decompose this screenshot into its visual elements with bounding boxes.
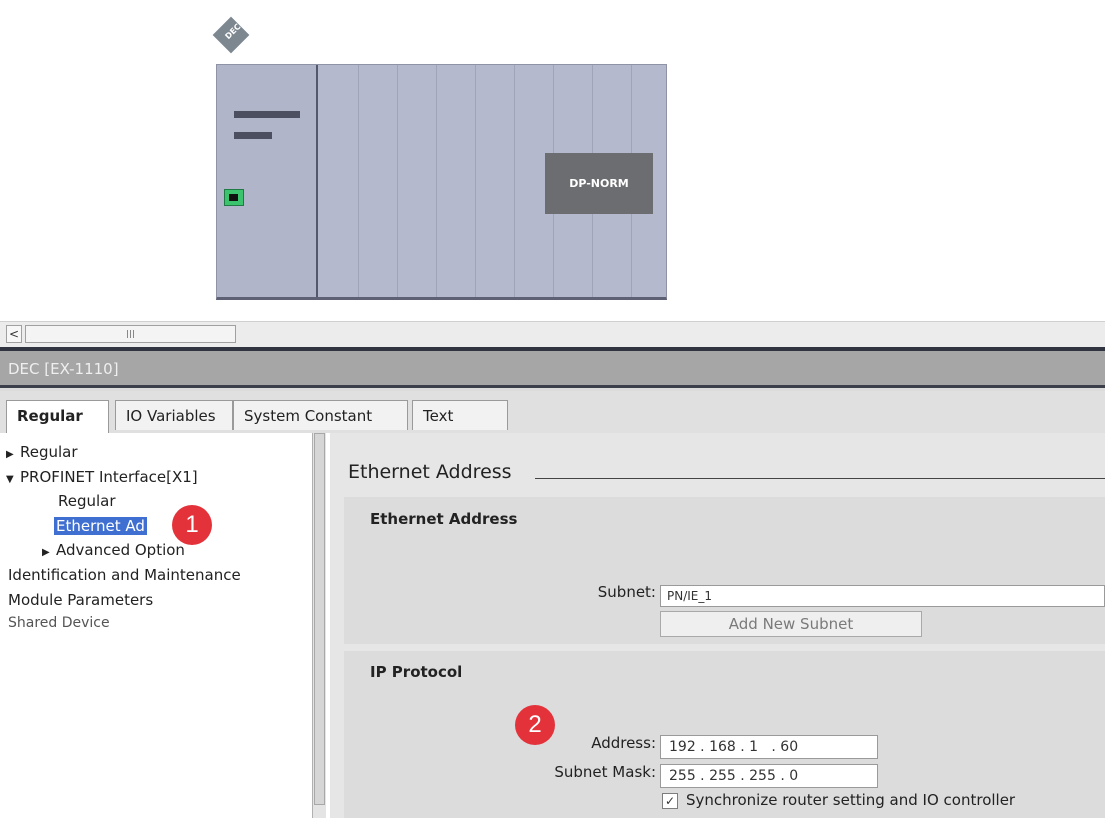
sync-router-checkbox[interactable]: ✓ — [662, 793, 678, 809]
grip-icon — [126, 330, 135, 338]
tree-item-module-parameters[interactable]: Module Parameters — [8, 591, 153, 609]
horizontal-scrollbar[interactable]: < — [0, 321, 1105, 347]
navigation-tree: ▶ Regular ▼ PROFINET Interface[X1] Regular… — [0, 433, 326, 818]
subnet-label: Subnet: — [597, 583, 656, 601]
expand-arrow-icon[interactable]: ▶ — [6, 449, 20, 460]
sync-router-label: Synchronize router setting and IO contro… — [686, 791, 1016, 809]
tree-item-identification-maintenance[interactable]: Identification and Maintenance — [8, 566, 241, 584]
subnet-field[interactable]: PN/IE_1 — [660, 585, 1105, 607]
tree-item-shared-device[interactable]: Shared Device — [8, 615, 110, 631]
ip-address-field[interactable]: 192 . 168 . 1 . 60 — [660, 735, 878, 759]
panel-title: DEC [EX-1110] — [0, 351, 1105, 388]
collapse-arrow-icon[interactable]: ▼ — [6, 474, 20, 485]
add-new-subnet-button[interactable]: Add New Subnet — [660, 611, 922, 637]
ip-protocol-group: IP Protocol Address: 192 . 168 . 1 . 60 … — [344, 651, 1105, 818]
group-title-ip: IP Protocol — [370, 663, 463, 681]
device-canvas[interactable]: DEC DP-NORM — [0, 0, 1105, 318]
head-label-bar — [234, 111, 300, 118]
subnet-mask-field[interactable]: 255 . 255 . 255 . 0 — [660, 764, 878, 788]
tree-scrollbar[interactable] — [312, 433, 326, 818]
tab-system-constant[interactable]: System Constant — [233, 400, 408, 430]
tree-item-profinet-interface[interactable]: ▼ PROFINET Interface[X1] — [6, 468, 198, 486]
group-title-ethernet: Ethernet Address — [370, 510, 518, 528]
properties-content: Ethernet Address Ethernet Address Subnet… — [330, 433, 1105, 818]
device-module[interactable]: DP-NORM — [216, 64, 667, 300]
tree-item-ethernet-address[interactable]: Ethernet Ad — [54, 517, 147, 535]
device-slots: DP-NORM — [320, 65, 666, 297]
scroll-thumb[interactable] — [25, 325, 236, 343]
callout-badge-1: 1 — [172, 505, 212, 545]
dp-norm-module[interactable]: DP-NORM — [545, 153, 653, 214]
panel-body: ▶ Regular ▼ PROFINET Interface[X1] Regular… — [0, 433, 1105, 818]
head-label-bar-short — [234, 132, 272, 139]
subnet-mask-label: Subnet Mask: — [554, 763, 656, 781]
scroll-left-arrow-icon[interactable]: < — [6, 325, 22, 343]
ethernet-port-icon[interactable] — [224, 189, 244, 206]
tree-item-advanced-option[interactable]: ▶ Advanced Option — [42, 541, 185, 559]
tree-item-interface-regular[interactable]: Regular — [58, 492, 116, 510]
callout-badge-2: 2 — [515, 705, 555, 745]
section-title: Ethernet Address — [348, 461, 512, 483]
tree-item-regular[interactable]: ▶ Regular — [6, 443, 78, 461]
device-head[interactable] — [217, 65, 318, 297]
section-divider — [535, 478, 1105, 479]
tab-bar: Regular IO Variables System Constant Tex… — [0, 391, 1105, 433]
ethernet-address-group: Ethernet Address Subnet: PN/IE_1 Add New… — [344, 497, 1105, 644]
tab-regular[interactable]: Regular — [6, 400, 109, 433]
tab-text[interactable]: Text — [412, 400, 508, 430]
tree-scroll-thumb[interactable] — [314, 433, 325, 805]
tab-io-variables[interactable]: IO Variables — [115, 400, 233, 430]
expand-arrow-icon[interactable]: ▶ — [42, 547, 56, 558]
inspector-panel: DEC [EX-1110] Regular IO Variables Syste… — [0, 347, 1105, 818]
